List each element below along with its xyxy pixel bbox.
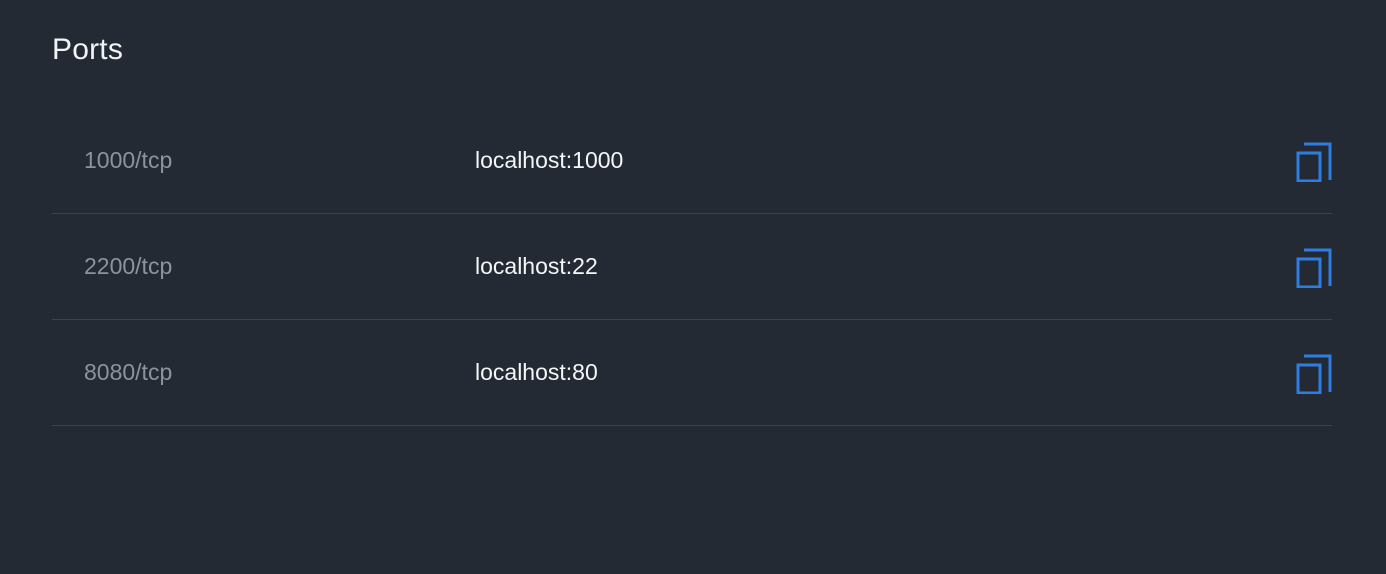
copy-icon [1296, 248, 1332, 288]
port-mapping: localhost:22 [475, 253, 598, 279]
port-row: 2200/tcp localhost:22 [52, 214, 1332, 320]
copy-button[interactable] [1296, 142, 1332, 182]
copy-icon [1296, 354, 1332, 394]
copy-icon [1296, 142, 1332, 182]
port-protocol: 1000/tcp [84, 147, 173, 173]
section-title: Ports [52, 33, 124, 66]
port-mapping: localhost:80 [475, 359, 598, 385]
copy-button[interactable] [1296, 248, 1332, 288]
ports-list: 1000/tcp localhost:1000 2200/tcp localho… [52, 108, 1332, 426]
port-mapping: localhost:1000 [475, 147, 624, 173]
port-row: 1000/tcp localhost:1000 [52, 108, 1332, 214]
copy-button[interactable] [1296, 354, 1332, 394]
ports-panel: Ports 1000/tcp localhost:1000 2200/tcp l… [52, 0, 1332, 574]
port-protocol: 2200/tcp [84, 253, 173, 279]
port-row: 8080/tcp localhost:80 [52, 320, 1332, 426]
port-protocol: 8080/tcp [84, 359, 173, 385]
